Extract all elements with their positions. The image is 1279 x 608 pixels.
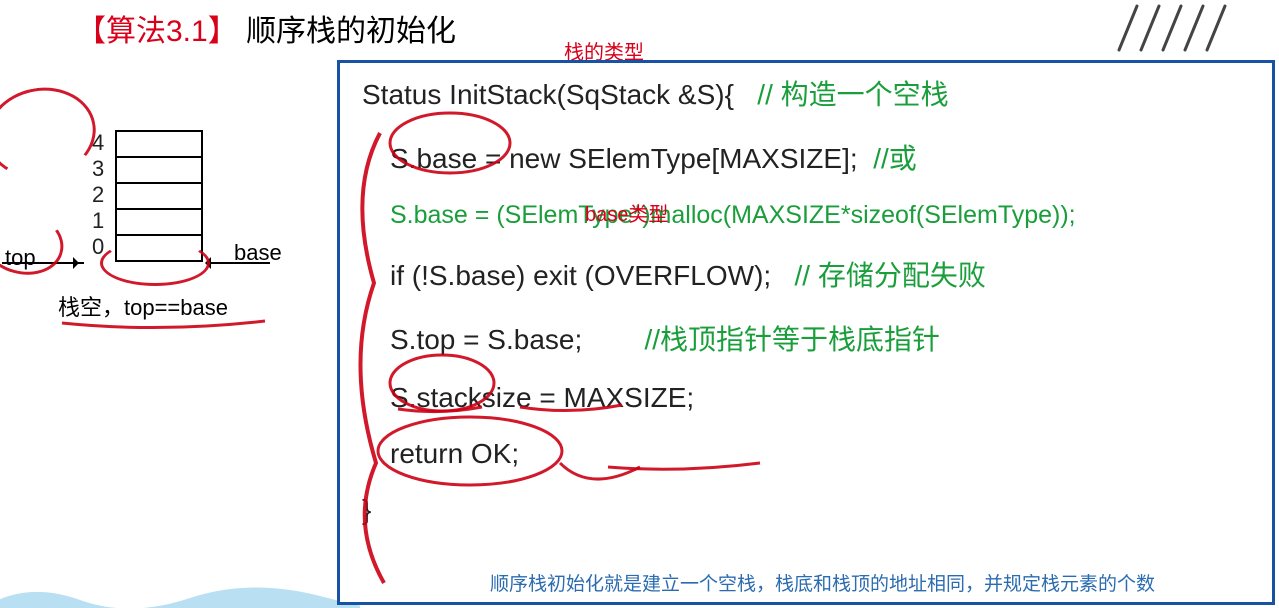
stack-diagram: 4 3 2 1 0 top base 栈空，top==base (0, 110, 320, 370)
code-text: } (362, 494, 371, 525)
stack-cell (115, 234, 203, 262)
code-line: } (362, 494, 1254, 526)
arrow-icon (2, 262, 84, 264)
code-text: S.stacksize = MAXSIZE; (390, 382, 694, 413)
code-comment: // 存储分配失败 (795, 260, 986, 291)
stack-index: 2 (92, 182, 104, 208)
code-text: S.top = S.base; (390, 324, 582, 355)
stack-cell (115, 208, 203, 236)
decorative-sketch-icon (1099, 0, 1259, 55)
code-line: return OK; (362, 438, 1254, 470)
stack-cell (115, 182, 203, 210)
stack-index: 4 (92, 130, 104, 156)
stack-cell (115, 130, 203, 158)
code-text: Status InitStack(SqStack &S){ (362, 79, 734, 110)
diagram-caption: 栈空，top==base (58, 290, 228, 322)
code-comment: // 构造一个空栈 (757, 79, 948, 110)
algorithm-title: 顺序栈的初始化 (246, 15, 456, 48)
code-line: S.stacksize = MAXSIZE; (362, 382, 1254, 414)
stack-index: 3 (92, 156, 104, 182)
code-comment: //或 (873, 143, 917, 174)
annotation-summary: 顺序栈初始化就是建立一个空栈，栈底和栈顶的地址相同，并规定栈元素的个数 (490, 569, 1270, 596)
handdrawn-scribble-icon (0, 200, 71, 284)
code-comment: S.base = (SElemType*)malloc(MAXSIZE*size… (390, 201, 1076, 229)
code-comment: //栈顶指针等于栈底指针 (644, 324, 940, 355)
stack-cells (115, 130, 203, 262)
code-line: S.top = S.base; //栈顶指针等于栈底指针 (362, 318, 1254, 358)
code-line: if (!S.base) exit (OVERFLOW); // 存储分配失败 (362, 254, 1254, 294)
algorithm-tag: 【算法3.1】 (76, 15, 238, 48)
stack-index: 0 (92, 234, 104, 260)
code-line: S.base = new SElemType[MAXSIZE]; //或 (362, 137, 1254, 177)
code-text: S.base = new SElemType[MAXSIZE]; (390, 143, 858, 174)
pointer-top-label: top (5, 245, 36, 271)
code-text: return OK; (390, 438, 519, 469)
decorative-wave-icon (0, 574, 360, 608)
code-block: Status InitStack(SqStack &S){ // 构造一个空栈 … (337, 60, 1275, 605)
stack-index: 1 (92, 208, 104, 234)
code-text: if (!S.base) exit (OVERFLOW); (390, 260, 771, 291)
stack-cell (115, 156, 203, 184)
annotation-base-type: base类型 (585, 198, 668, 227)
arrow-icon (210, 262, 270, 264)
handdrawn-scribble-icon (0, 79, 103, 187)
code-line: S.base = (SElemType*)malloc(MAXSIZE*size… (362, 201, 1254, 230)
code-line: Status InitStack(SqStack &S){ // 构造一个空栈 (362, 73, 1254, 113)
page-title: 【算法3.1】 顺序栈的初始化 (76, 6, 456, 50)
